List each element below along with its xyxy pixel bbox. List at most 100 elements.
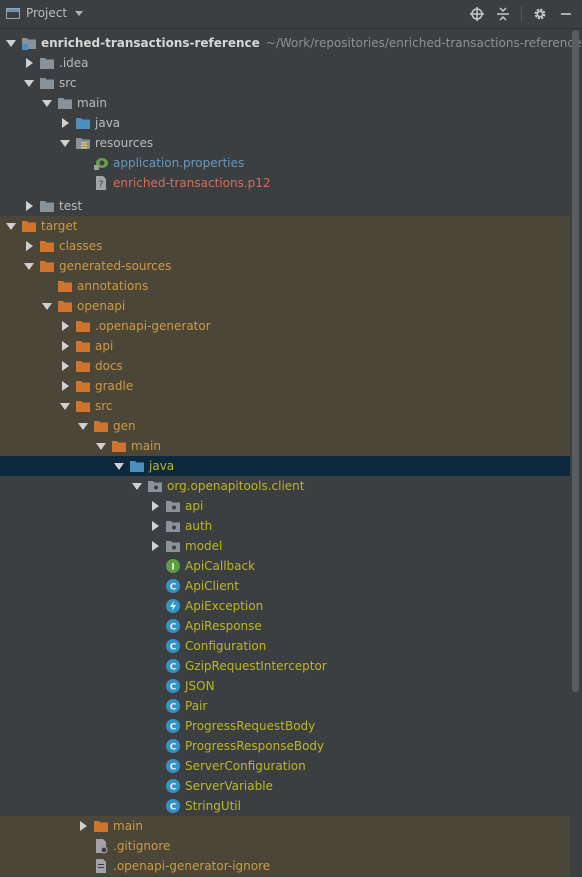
hide-icon[interactable]	[558, 6, 574, 22]
tree-row-StringUtil[interactable]: C StringUtil	[0, 796, 570, 816]
tree-row-JSON[interactable]: C JSON	[0, 676, 570, 696]
tree-row-label: target	[41, 219, 78, 233]
excluded-folder-icon	[75, 398, 91, 414]
excluded-folder-icon	[111, 438, 127, 454]
collapse-all-icon[interactable]	[495, 6, 511, 22]
tree-row-pkg_api[interactable]: api	[0, 496, 570, 516]
tree-row-label: application.properties	[113, 156, 245, 170]
tree-row-label: enriched-transactions.p12	[113, 176, 271, 190]
tree-row-label: JSON	[185, 679, 215, 693]
tree-row-main3[interactable]: main	[0, 816, 570, 836]
tree-row-pkg_model[interactable]: model	[0, 536, 570, 556]
expanded-arrow-icon[interactable]	[4, 33, 18, 53]
locate-icon[interactable]	[469, 6, 485, 22]
collapsed-arrow-icon[interactable]	[22, 53, 36, 73]
tree-row-test[interactable]: test	[0, 196, 570, 216]
tree-row-classes[interactable]: classes	[0, 236, 570, 256]
tree-row-main[interactable]: main	[0, 93, 570, 113]
excluded-folder-icon	[57, 298, 73, 314]
collapsed-arrow-icon[interactable]	[58, 113, 72, 133]
tree-row-ApiException[interactable]: ApiException	[0, 596, 570, 616]
expanded-arrow-icon[interactable]	[4, 216, 18, 236]
expanded-arrow-icon[interactable]	[58, 396, 72, 416]
tree-row-label: gen	[113, 419, 136, 433]
collapsed-arrow-icon[interactable]	[76, 816, 90, 836]
tree-row-app_props[interactable]: application.properties	[0, 153, 570, 173]
tree-row-gitignore[interactable]: .gitignore	[0, 836, 570, 856]
vertical-scrollbar[interactable]	[572, 30, 579, 692]
tree-row-Pair[interactable]: C Pair	[0, 696, 570, 716]
tree-row-resources[interactable]: resources	[0, 133, 570, 153]
tree-row-p12[interactable]: ? enriched-transactions.p12	[0, 173, 570, 193]
tree-row-label: openapi	[77, 299, 126, 313]
tree-row-docs[interactable]: docs	[0, 356, 570, 376]
tree-row-ServerConfig[interactable]: C ServerConfiguration	[0, 756, 570, 776]
tree-row-ApiCallback[interactable]: I ApiCallback	[0, 556, 570, 576]
expanded-arrow-icon[interactable]	[130, 476, 144, 496]
tree-row-main2[interactable]: main	[0, 436, 570, 456]
tree-row-gen_sources[interactable]: generated-sources	[0, 256, 570, 276]
tree-row-label: ServerVariable	[185, 779, 273, 793]
tree-row-label: ApiCallback	[185, 559, 256, 573]
expanded-arrow-icon[interactable]	[94, 436, 108, 456]
tree-row-ServerVar[interactable]: C ServerVariable	[0, 776, 570, 796]
gear-icon[interactable]	[532, 6, 548, 22]
collapsed-arrow-icon[interactable]	[22, 196, 36, 216]
tree-row-root[interactable]: enriched-transactions-reference ~/Work/re…	[0, 33, 581, 53]
tree-row-Gzip[interactable]: C GzipRequestInterceptor	[0, 656, 570, 676]
tree-row-src2[interactable]: src	[0, 396, 570, 416]
tree-row-openapi[interactable]: openapi	[0, 296, 570, 316]
tree-row-target[interactable]: target	[0, 216, 570, 236]
tree-row-idea[interactable]: .idea	[0, 53, 570, 73]
tree-row-java[interactable]: java	[0, 113, 570, 133]
svg-text:C: C	[170, 643, 177, 653]
class-icon: C	[165, 578, 181, 594]
tree-row-pkg[interactable]: org.openapitools.client	[0, 476, 570, 496]
source-folder-icon	[129, 458, 145, 474]
tree-row-pkg_auth[interactable]: auth	[0, 516, 570, 536]
tree-row-ProgressReq[interactable]: C ProgressRequestBody	[0, 716, 570, 736]
folder-icon	[39, 75, 55, 91]
tree-row-label: Pair	[185, 699, 208, 713]
expanded-arrow-icon[interactable]	[40, 296, 54, 316]
collapsed-arrow-icon[interactable]	[148, 516, 162, 536]
exception-class-icon	[165, 598, 181, 614]
project-view-selector[interactable]: Project	[6, 6, 84, 20]
collapsed-arrow-icon[interactable]	[22, 236, 36, 256]
tree-row-oa_ignore[interactable]: .openapi-generator-ignore	[0, 856, 570, 876]
class-icon: C	[165, 698, 181, 714]
chevron-down-icon	[75, 10, 84, 16]
tree-row-annotations[interactable]: annotations	[0, 276, 570, 296]
tree-row-ApiClient[interactable]: C ApiClient	[0, 576, 570, 596]
expanded-arrow-icon[interactable]	[40, 93, 54, 113]
collapsed-arrow-icon[interactable]	[58, 336, 72, 356]
tree-row-gradle[interactable]: gradle	[0, 376, 570, 396]
tree-row-src[interactable]: src	[0, 73, 570, 93]
collapsed-arrow-icon[interactable]	[148, 536, 162, 556]
excluded-folder-icon	[75, 378, 91, 394]
collapsed-arrow-icon[interactable]	[58, 376, 72, 396]
tree-row-api_dir[interactable]: api	[0, 336, 570, 356]
tree-row-label: ApiException	[185, 599, 264, 613]
tree-row-label: GzipRequestInterceptor	[185, 659, 327, 673]
expanded-arrow-icon[interactable]	[76, 416, 90, 436]
tree-row-Configuration[interactable]: C Configuration	[0, 636, 570, 656]
folder-icon	[39, 55, 55, 71]
tree-row-ProgressResp[interactable]: C ProgressResponseBody	[0, 736, 570, 756]
class-icon: C	[165, 618, 181, 634]
tree-row-label: java	[95, 116, 121, 130]
collapsed-arrow-icon[interactable]	[148, 496, 162, 516]
expanded-arrow-icon[interactable]	[112, 456, 126, 476]
collapsed-arrow-icon[interactable]	[58, 356, 72, 376]
tree-row-ApiResponse[interactable]: C ApiResponse	[0, 616, 570, 636]
expanded-arrow-icon[interactable]	[22, 73, 36, 93]
tree-row-openapi_gen[interactable]: .openapi-generator	[0, 316, 570, 336]
expanded-arrow-icon[interactable]	[58, 133, 72, 153]
tree-row-java2[interactable]: java	[0, 456, 570, 476]
tree-row-label: auth	[185, 519, 213, 533]
package-icon	[147, 478, 163, 494]
collapsed-arrow-icon[interactable]	[58, 316, 72, 336]
tree-row-label: .idea	[59, 56, 89, 70]
expanded-arrow-icon[interactable]	[22, 256, 36, 276]
tree-row-gen[interactable]: gen	[0, 416, 570, 436]
